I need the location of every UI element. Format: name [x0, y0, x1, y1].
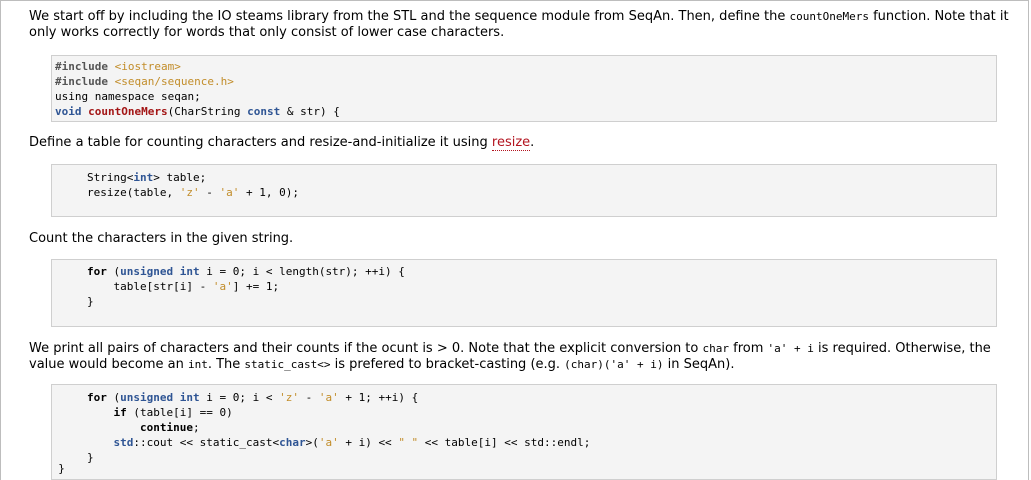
print-text-5: is prefered to bracket-casting (e.g.: [330, 357, 565, 372]
char-code: char: [702, 342, 730, 355]
print-text-2: from: [729, 341, 768, 356]
table-paragraph: Define a table for counting characters a…: [29, 135, 534, 151]
code-block-includes: #include <iostream> #include <seqan/sequ…: [51, 55, 997, 122]
intro-paragraph: We start off by including the IO steams …: [29, 9, 1019, 41]
count-paragraph: Count the characters in the given string…: [29, 231, 294, 246]
table-text: Define a table for counting characters a…: [29, 135, 492, 150]
code-listing-print: for (unsigned int i = 0; i < 'z' - 'a' +…: [87, 391, 591, 464]
static-cast-code: static_cast<>: [244, 358, 331, 371]
code-block-print: for (unsigned int i = 0; i < 'z' - 'a' +…: [51, 384, 997, 480]
intro-text: We start off by including the IO steams …: [29, 9, 790, 24]
print-text-6: in SeqAn).: [663, 357, 735, 372]
print-text: We print all pairs of characters and the…: [29, 341, 703, 356]
bracket-cast-code: (char)('a' + i): [564, 358, 664, 371]
code-block-count: for (unsigned int i = 0; i < length(str)…: [51, 259, 997, 327]
code-listing-table: String<int> table; resize(table, 'z' - '…: [87, 171, 299, 199]
print-paragraph: We print all pairs of characters and the…: [29, 341, 1024, 373]
closing-brace: }: [58, 462, 65, 475]
print-text-4: . The: [207, 357, 245, 372]
code-block-table: String<int> table; resize(table, 'z' - '…: [51, 164, 997, 217]
code-listing-count: for (unsigned int i = 0; i < length(str)…: [87, 265, 405, 308]
int-code: int: [187, 358, 208, 371]
resize-link[interactable]: resize: [491, 135, 531, 151]
table-text-end: .: [530, 135, 535, 150]
expr-code: 'a' + i: [767, 342, 814, 355]
function-name-code: countOneMers: [789, 10, 869, 23]
code-listing-includes: #include <iostream> #include <seqan/sequ…: [55, 60, 340, 118]
